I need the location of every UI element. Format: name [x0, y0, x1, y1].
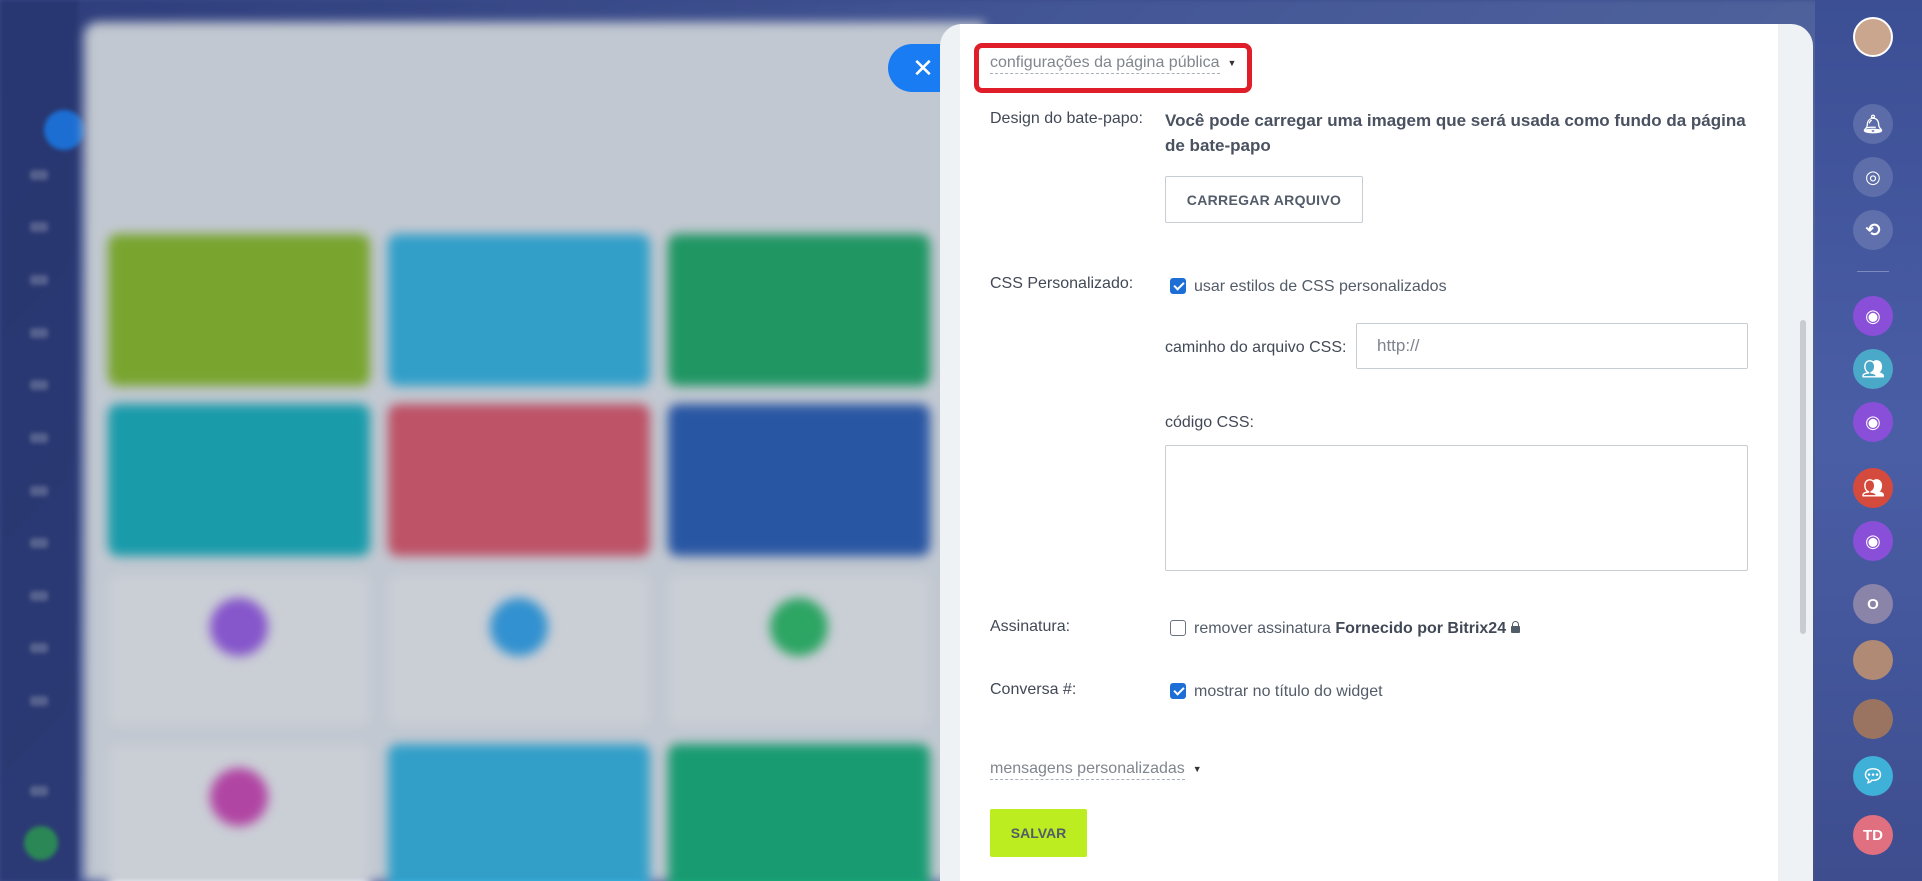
chat-design-description-line1: Você pode carregar uma imagem que será u… — [1165, 111, 1746, 130]
right-sidebar: 🔔︎ ◎ ⟲ ◉ 👥︎ ◉ 👥︎ ◉ O 💬︎ TD — [1815, 0, 1922, 881]
notifications-bell-icon[interactable]: 🔔︎ — [1853, 104, 1893, 144]
custom-messages-toggle[interactable]: mensagens personalizadas ▼ — [990, 759, 1202, 780]
conversation-number-label: Conversa #: — [990, 681, 1077, 698]
custom-messages-link[interactable]: mensagens personalizadas — [990, 759, 1185, 780]
custom-css-label: CSS Personalizado: — [990, 275, 1134, 292]
chat-design-label: Design do bate-papo: — [990, 110, 1143, 127]
open-channel-icon[interactable]: ◉ — [1853, 402, 1893, 442]
group-chat-icon[interactable]: 👥︎ — [1853, 468, 1893, 508]
avatar-o[interactable]: O — [1853, 584, 1893, 624]
open-channel-icon[interactable]: ◉ — [1853, 296, 1893, 336]
show-in-widget-title-checkbox[interactable] — [1170, 683, 1186, 699]
css-file-path-label: caminho do arquivo CSS: — [1165, 339, 1347, 356]
sync-icon[interactable]: ⟲ — [1853, 210, 1893, 250]
highlight-box — [974, 43, 1252, 93]
chat-bubble-icon[interactable]: 💬︎ — [1853, 756, 1893, 796]
user-avatar[interactable] — [1853, 640, 1893, 680]
signature-label: Assinatura: — [990, 618, 1071, 635]
group-chat-icon[interactable]: 👥︎ — [1853, 349, 1893, 389]
user-avatar[interactable] — [1853, 17, 1893, 57]
custom-css-checkbox-label[interactable]: usar estilos de CSS personalizados — [1194, 278, 1447, 296]
panel-scrollbar[interactable] — [1800, 320, 1806, 634]
avatar-td[interactable]: TD — [1853, 815, 1893, 855]
css-file-path-input[interactable]: http:// — [1356, 323, 1748, 369]
lock-icon — [1511, 621, 1521, 633]
close-icon: ✕ — [912, 53, 934, 83]
upload-file-button[interactable]: CARREGAR ARQUIVO — [1165, 176, 1363, 223]
show-in-widget-title-label[interactable]: mostrar no título do widget — [1194, 683, 1383, 701]
open-channel-icon[interactable]: ◉ — [1853, 521, 1893, 561]
remove-signature-text: remover assinatura — [1194, 620, 1331, 637]
target-icon[interactable]: ◎ — [1853, 157, 1893, 197]
css-code-textarea[interactable] — [1165, 445, 1748, 571]
remove-signature-checkbox[interactable] — [1170, 620, 1186, 636]
custom-css-checkbox[interactable] — [1170, 278, 1186, 294]
save-button[interactable]: SALVAR — [990, 809, 1087, 857]
user-avatar[interactable] — [1853, 699, 1893, 739]
css-code-label: código CSS: — [1165, 414, 1254, 431]
rightbar-separator — [1857, 271, 1889, 272]
chat-design-description-line2: de bate-papo — [1165, 136, 1271, 155]
signature-brand: Fornecido por Bitrix24 — [1335, 620, 1507, 637]
chevron-down-icon: ▼ — [1192, 763, 1202, 774]
remove-signature-label[interactable]: remover assinatura Fornecido por Bitrix2… — [1194, 620, 1521, 638]
